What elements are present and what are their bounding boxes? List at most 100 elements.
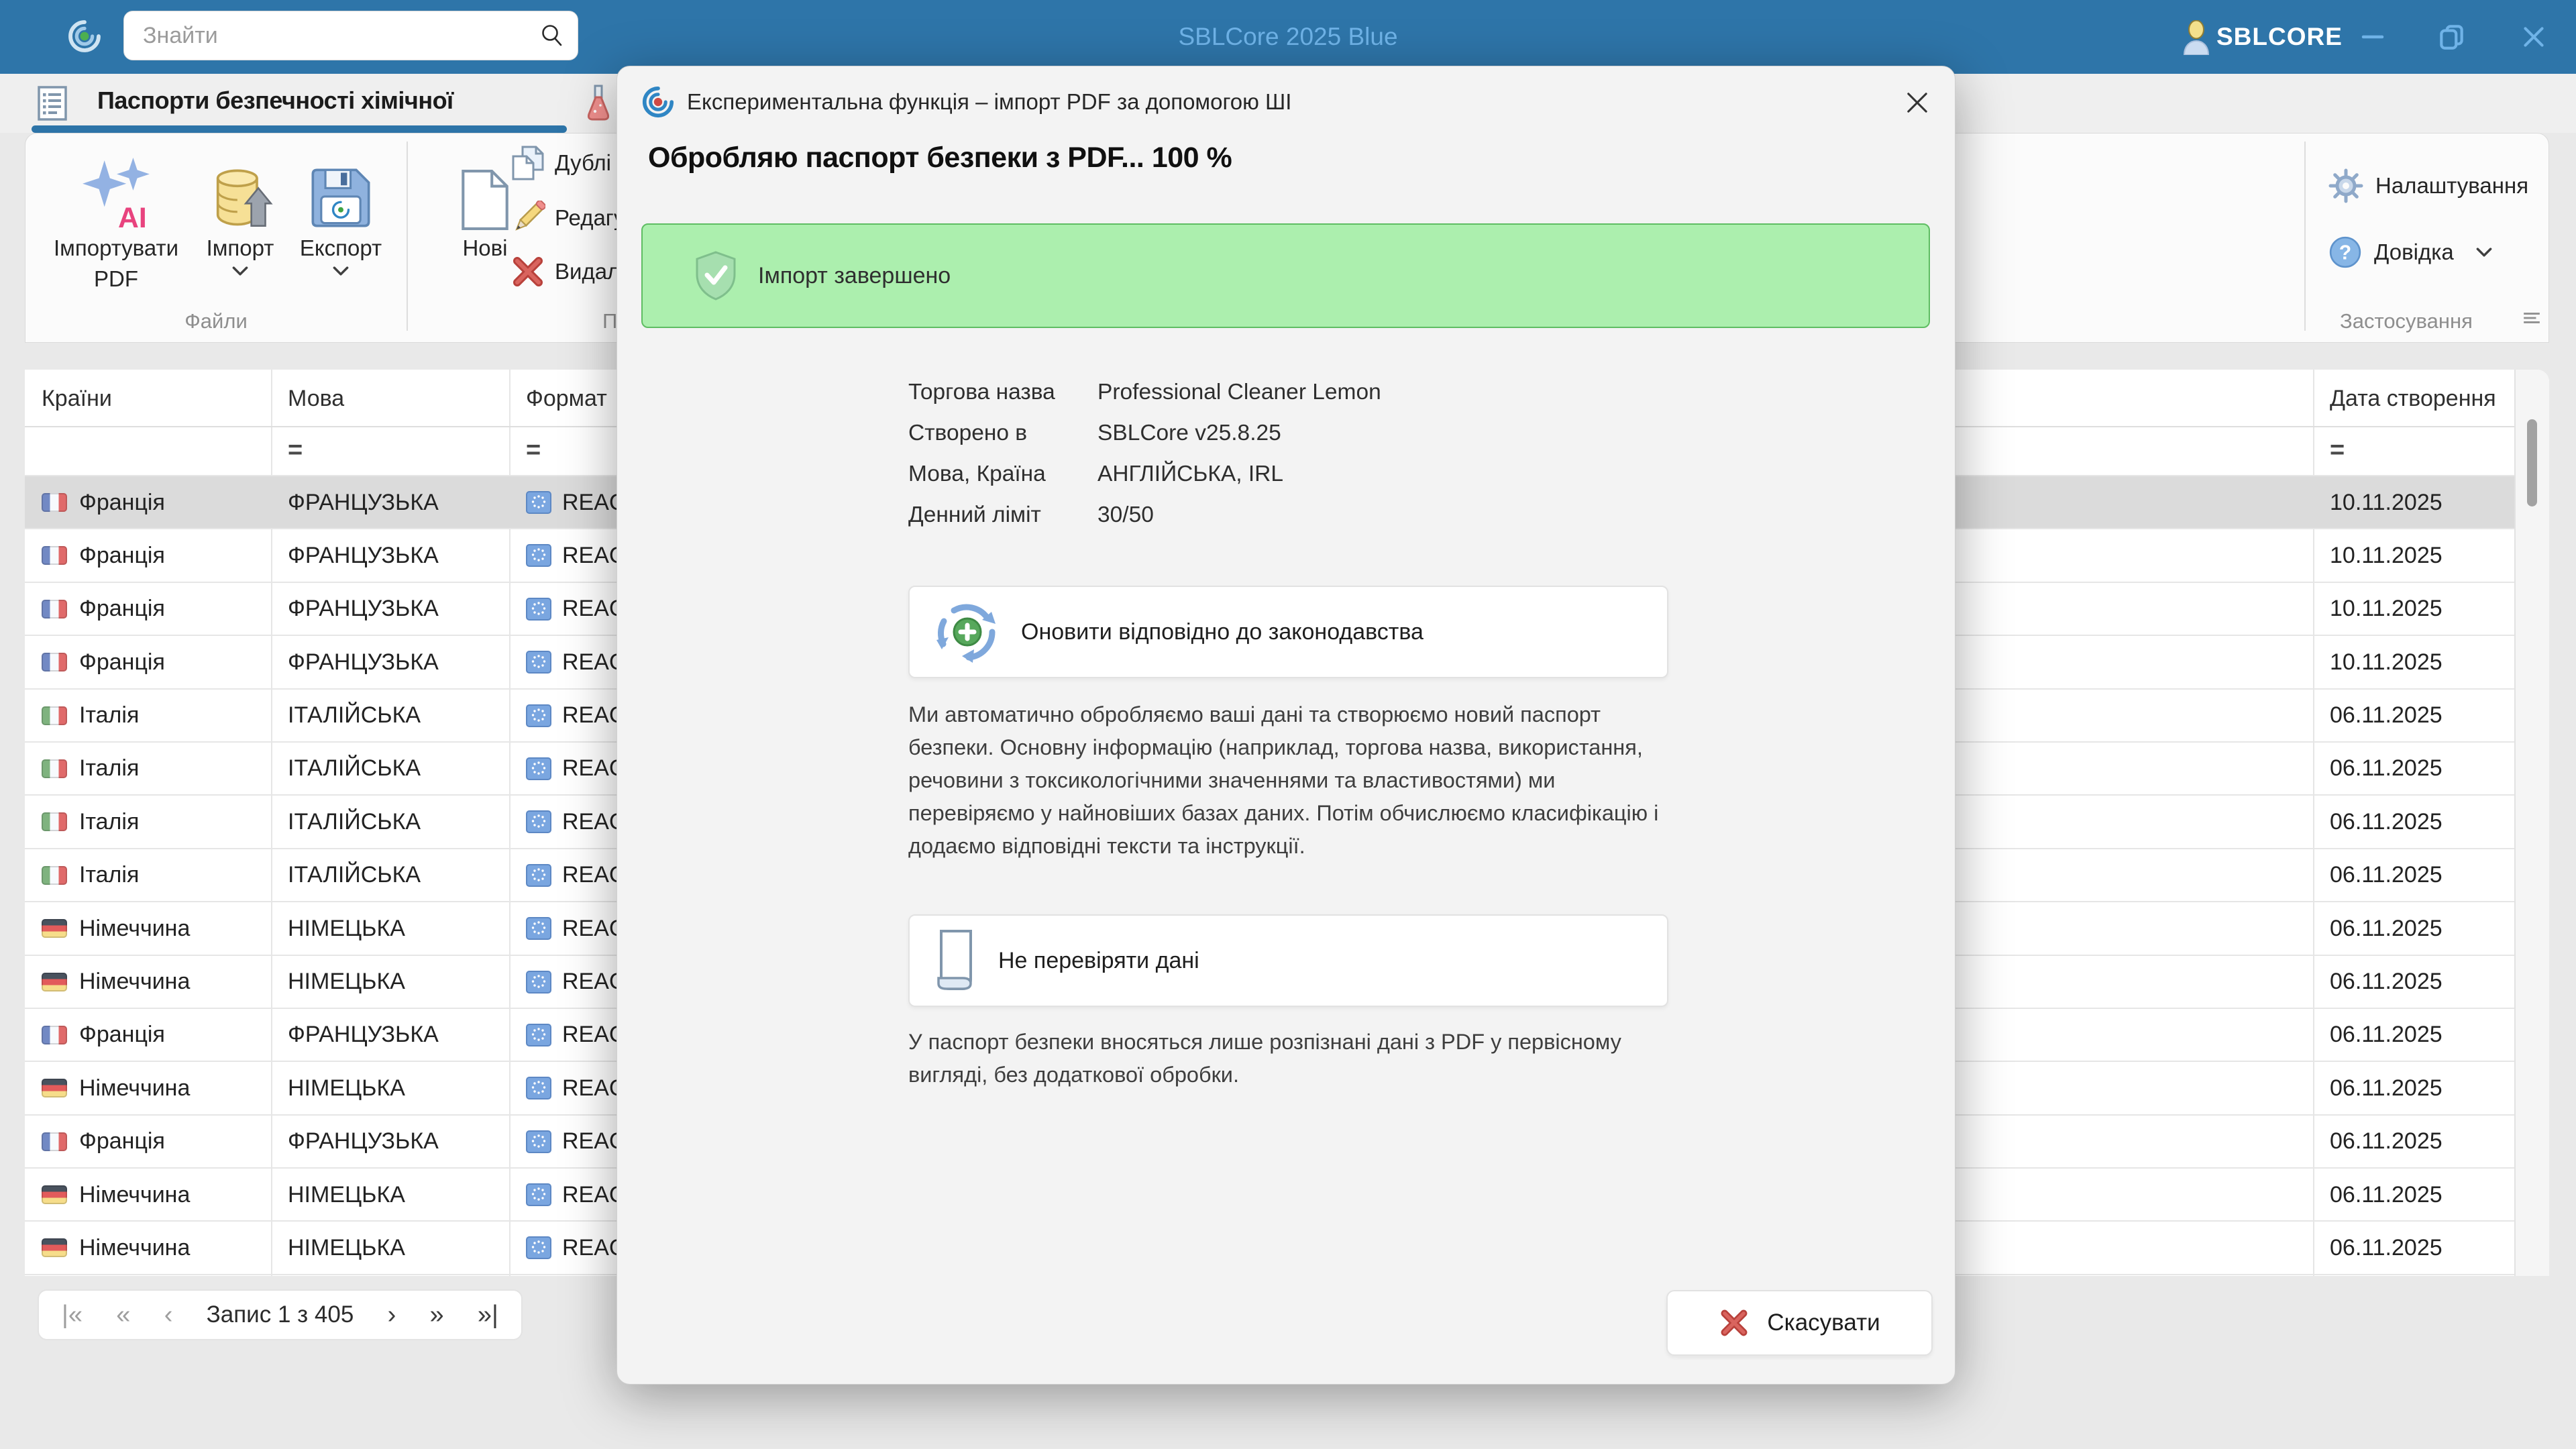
modal-title: Експериментальна функція – імпорт PDF за… <box>687 89 1292 114</box>
first-page-icon[interactable]: |« <box>62 1291 83 1338</box>
country-cell: Італія <box>79 702 140 729</box>
scrollbar-thumb[interactable] <box>2527 419 2537 506</box>
country-cell: Німеччина <box>79 915 191 941</box>
import-success-banner: Імпорт завершено <box>641 223 1930 328</box>
chevron-down-icon <box>333 266 349 276</box>
delete-button[interactable]: Видал <box>511 254 620 289</box>
import-pdf-button[interactable]: AI Імпортувати PDF <box>49 143 183 293</box>
export-button[interactable]: Експорт <box>290 143 391 280</box>
date-cell: 06.11.2025 <box>2330 702 2443 729</box>
language-cell: НІМЕЦЬКА <box>288 1181 405 1208</box>
language-cell: НІМЕЦЬКА <box>288 1075 405 1101</box>
country-cell: Франція <box>79 596 165 622</box>
restore-button[interactable] <box>2428 0 2475 74</box>
ribbon-divider <box>407 142 408 331</box>
country-cell: Франція <box>79 649 165 675</box>
flag-de-icon <box>42 1185 67 1205</box>
skip-verification-button[interactable]: Не перевіряти дані <box>908 914 1668 1007</box>
flag-fr-icon <box>42 493 67 512</box>
country-cell: Італія <box>79 862 140 888</box>
user-avatar-icon[interactable] <box>2182 20 2211 55</box>
next-page-icon[interactable]: › <box>388 1291 396 1338</box>
progress-heading: Обробляю паспорт безпеки з PDF... 100 % <box>648 142 1232 174</box>
settings-button[interactable]: Налаштування <box>2328 168 2528 203</box>
eu-flag-icon <box>526 970 551 994</box>
language-cell: ІТАЛІЙСЬКА <box>288 808 421 835</box>
flag-fr-icon <box>42 599 67 619</box>
column-header[interactable]: Формат <box>526 370 607 427</box>
country-cell: Німеччина <box>79 1234 191 1260</box>
close-window-button[interactable] <box>2510 0 2557 74</box>
flask-tab-icon[interactable] <box>585 85 612 123</box>
update-recycle-icon <box>936 604 996 663</box>
brand-label[interactable]: SBLCORE <box>2216 0 2343 74</box>
search-box[interactable] <box>123 11 578 60</box>
duplicate-button[interactable]: Дублі <box>511 146 611 180</box>
filter-equals-icon[interactable]: = <box>288 427 303 476</box>
group-options-icon[interactable] <box>2522 311 2541 325</box>
active-tab-indicator <box>32 125 567 133</box>
vertical-scrollbar[interactable] <box>2514 370 2549 1276</box>
update-description: Ми автоматично обробляємо ваші дані та с… <box>908 702 1659 858</box>
last-page-icon[interactable]: »| <box>478 1291 498 1338</box>
eu-flag-icon <box>526 810 551 834</box>
floppy-disk-icon <box>290 143 391 231</box>
update-legislation-button[interactable]: Оновити відповідно до законодавства <box>908 586 1668 678</box>
minimize-icon <box>2361 35 2384 39</box>
detail-value: Professional Cleaner Lemon <box>1097 380 1381 405</box>
edit-button[interactable]: Редагу <box>511 201 625 235</box>
language-cell: ІТАЛІЙСЬКА <box>288 702 421 729</box>
cancel-button[interactable]: Скасувати <box>1666 1290 1933 1356</box>
flag-fr-icon <box>42 653 67 672</box>
country-cell: Німеччина <box>79 969 191 995</box>
language-cell: ФРАНЦУЗЬКА <box>288 1128 439 1155</box>
flag-it-icon <box>42 865 67 885</box>
fast-backward-icon[interactable]: « <box>116 1291 130 1338</box>
fast-forward-icon[interactable]: » <box>430 1291 444 1338</box>
delete-x-icon <box>513 257 543 286</box>
language-cell: НІМЕЦЬКА <box>288 915 405 941</box>
svg-text:AI: AI <box>118 202 147 231</box>
column-header[interactable]: Мова <box>288 370 344 427</box>
minimize-button[interactable] <box>2349 0 2396 74</box>
duplicate-icon <box>512 146 544 180</box>
import-button[interactable]: Імпорт <box>197 143 284 280</box>
filter-equals-icon[interactable]: = <box>2330 427 2345 476</box>
chevron-down-icon <box>2476 247 2492 256</box>
search-input[interactable] <box>142 21 539 50</box>
modal-close-icon[interactable] <box>1902 88 1932 117</box>
help-icon: ? <box>2329 236 2361 268</box>
language-cell: ФРАНЦУЗЬКА <box>288 542 439 568</box>
skip-description: У паспорт безпеки вносяться лише розпізн… <box>908 1030 1621 1087</box>
flag-de-icon <box>42 1079 67 1098</box>
flag-it-icon <box>42 812 67 832</box>
date-cell: 06.11.2025 <box>2330 969 2443 995</box>
column-header[interactable]: Дата створення <box>2330 370 2496 427</box>
eu-flag-icon <box>526 1130 551 1153</box>
search-icon[interactable] <box>539 22 566 49</box>
detail-value: 30/50 <box>1097 502 1154 527</box>
detail-row: Створено в SBLCore v25.8.25 <box>908 420 1381 447</box>
pencil-icon <box>515 201 545 231</box>
date-cell: 06.11.2025 <box>2330 1234 2443 1260</box>
eu-flag-icon <box>526 917 551 941</box>
language-cell: ФРАНЦУЗЬКА <box>288 489 439 515</box>
flag-de-icon <box>42 972 67 991</box>
country-cell: Франція <box>79 542 165 568</box>
language-cell: ІТАЛІЙСЬКА <box>288 862 421 888</box>
eu-flag-icon <box>526 863 551 887</box>
eu-flag-icon <box>526 757 551 780</box>
flag-fr-icon <box>42 1025 67 1044</box>
language-cell: НІМЕЦЬКА <box>288 969 405 995</box>
tab-safety-data-sheets[interactable]: Паспорти безпечності хімічної продукції <box>25 74 567 168</box>
previous-page-icon[interactable]: ‹ <box>164 1291 173 1338</box>
date-cell: 06.11.2025 <box>2330 1128 2443 1155</box>
eu-flag-icon <box>526 704 551 727</box>
flag-fr-icon <box>42 546 67 566</box>
filter-equals-icon[interactable]: = <box>526 427 541 476</box>
column-header[interactable]: Країни <box>42 370 112 427</box>
shield-check-icon <box>696 251 736 301</box>
country-cell: Франція <box>79 1128 165 1155</box>
language-cell: ФРАНЦУЗЬКА <box>288 1022 439 1048</box>
help-button[interactable]: ? Довідка <box>2328 235 2493 269</box>
